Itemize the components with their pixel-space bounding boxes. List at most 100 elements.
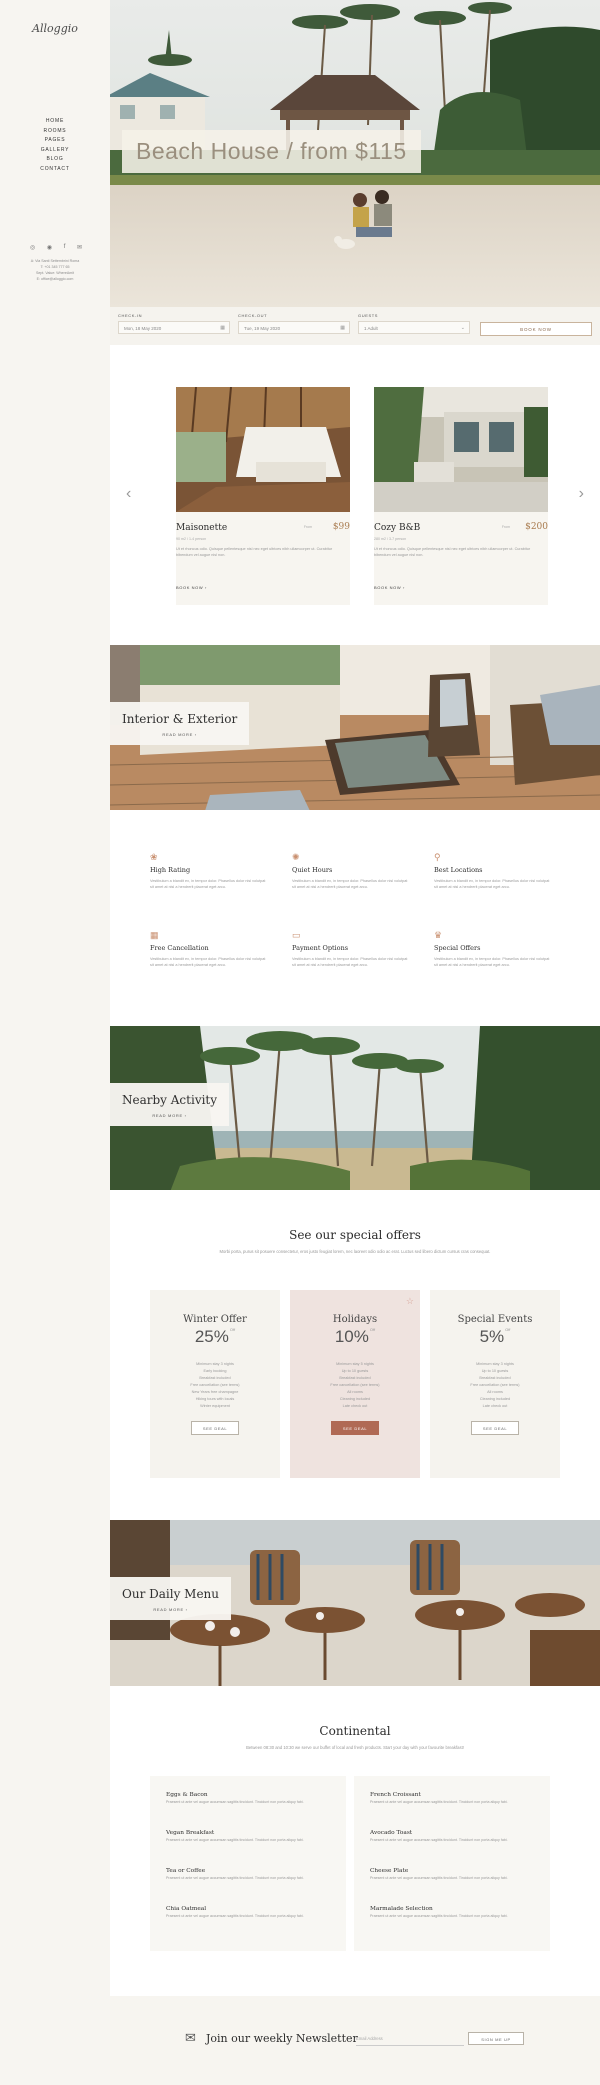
room-name: Cozy B&B: [374, 523, 421, 533]
calendar-icon: ▦: [340, 325, 345, 331]
gift-icon: ♛: [434, 930, 443, 940]
offer-off-label: Off: [369, 1327, 376, 1332]
menu-item-description: Praesent ut ante vel augue accumsan sagi…: [370, 1838, 508, 1842]
offer-item: Breakfast included: [339, 1376, 371, 1380]
offer-items: Minimum stay 3 nights Up to 10 guests Br…: [430, 1361, 560, 1410]
checkout-label: CHECK-OUT: [238, 313, 268, 318]
offers-title: See our special offers: [289, 1228, 421, 1242]
booking-bar: CHECK-IN Mon, 18 May 2020 ▦ CHECK-OUT Tue…: [110, 307, 600, 345]
newsletter-title: Join our weekly Newsletter: [206, 2032, 358, 2045]
offer-off-label: Off: [229, 1327, 236, 1332]
offer-items: Minimum stay 5 nights Up to 10 guests Br…: [290, 1361, 420, 1410]
checkout-input[interactable]: Tue, 19 May 2020 ▦: [238, 321, 350, 334]
room-meta: 280 m2 / 3-7 person: [374, 537, 407, 541]
nav-item-blog[interactable]: BLOG: [0, 155, 110, 165]
read-more-label: READ MORE: [152, 1113, 183, 1118]
feature-description: Vestibulum a blandit ex, in tempor dolor…: [434, 879, 550, 889]
daily-menu-read-more[interactable]: READ MORE ›: [122, 1607, 219, 1612]
arrow-right-icon: ›: [204, 585, 207, 590]
offer-item: Breakfast included: [199, 1376, 231, 1380]
guests-select[interactable]: 1 Adult ⌄: [358, 321, 470, 334]
room-price: $200: [525, 522, 548, 532]
logo[interactable]: Alloggio: [0, 22, 110, 35]
room-card-maisonette[interactable]: Maisonette From $99 90 m2 / 1-4 person U…: [176, 387, 350, 605]
daily-menu-banner: Our Daily Menu READ MORE ›: [110, 1520, 600, 1686]
rooms-carousel: ‹ › Maisonette From $99 90 m2 / 1-4 pers…: [110, 345, 600, 645]
menu-item-name: French Croissant: [370, 1792, 421, 1798]
offer-item: Cleaning included: [339, 1397, 371, 1401]
nav-item-home[interactable]: HOME: [0, 117, 110, 127]
offer-item: Winter equipment: [200, 1404, 230, 1408]
feature-high-rating: ❀ High Rating Vestibulum a blandit ex, i…: [150, 852, 270, 890]
contact-email[interactable]: E: office@alloggio.com: [0, 276, 110, 282]
facebook-icon[interactable]: f: [64, 244, 66, 251]
room-book-label: BOOK NOW: [374, 585, 402, 590]
feature-free-cancellation: ▦ Free Cancellation Vestibulum a blandit…: [150, 930, 270, 968]
menu-item-description: Praesent ut ante vel augue accumsan sagi…: [370, 1914, 508, 1918]
room-name: Maisonette: [176, 523, 228, 533]
room-meta: 90 m2 / 1-4 person: [176, 537, 207, 541]
instagram-icon[interactable]: ◎: [30, 244, 35, 251]
room-photo[interactable]: [176, 387, 350, 512]
room-price: $99: [332, 522, 350, 532]
offer-items: Minimum stay 3 nights Early booking Brea…: [150, 1361, 280, 1410]
offer-item: Free cancellation (see terms): [190, 1383, 240, 1387]
offer-item: Free cancellation (see terms): [330, 1383, 380, 1387]
feature-description: Vestibulum a blandit ex, in tempor dolor…: [434, 957, 550, 967]
interior-read-more[interactable]: READ MORE ›: [122, 732, 237, 737]
see-deal-button[interactable]: SEE DEAL: [471, 1421, 519, 1435]
offer-item: Cleaning included: [479, 1397, 511, 1401]
nearby-title: Nearby Activity: [122, 1093, 218, 1107]
interior-label: Interior & Exterior READ MORE ›: [110, 702, 250, 745]
offer-item: All rooms: [347, 1390, 363, 1394]
tripadvisor-icon[interactable]: ◉: [47, 244, 52, 251]
menu-item-name: Marmalade Selection: [370, 1906, 433, 1912]
menu-subtitle: Between 08:30 and 10:30 we serve our buf…: [246, 1745, 464, 1750]
offer-percent: 25%Off: [150, 1327, 280, 1347]
see-deal-button[interactable]: SEE DEAL: [331, 1421, 379, 1435]
offer-item: Late check out: [342, 1404, 368, 1408]
room-book-button[interactable]: BOOK NOW ›: [374, 585, 405, 590]
menu-item-description: Praesent ut ante vel augue accumsan sagi…: [166, 1800, 304, 1804]
nav-item-rooms[interactable]: ROOMS: [0, 127, 110, 137]
chevron-right-icon[interactable]: ›: [579, 485, 584, 503]
newsletter-email-input[interactable]: Email Address: [356, 2033, 464, 2046]
offer-item: Minimum stay 3 nights: [476, 1362, 514, 1366]
offer-percent-value: 5%: [479, 1327, 505, 1346]
menu-item-name: Cheese Plate: [370, 1868, 409, 1874]
checkout-field: CHECK-OUT Tue, 19 May 2020 ▦: [238, 313, 350, 334]
feature-special-offers: ♛ Special Offers Vestibulum a blandit ex…: [434, 930, 554, 968]
see-deal-button[interactable]: SEE DEAL: [191, 1421, 239, 1435]
offer-item: New Years free champagne: [191, 1390, 239, 1394]
sign-up-button[interactable]: SIGN ME UP: [468, 2032, 524, 2045]
mail-icon[interactable]: ✉: [77, 244, 82, 251]
room-photo[interactable]: [374, 387, 548, 512]
calendar-icon: ▦: [150, 930, 159, 940]
chevron-left-icon[interactable]: ‹: [126, 485, 131, 503]
book-now-button[interactable]: BOOK NOW: [480, 322, 592, 336]
room-book-button[interactable]: BOOK NOW ›: [176, 585, 207, 590]
nearby-read-more[interactable]: READ MORE ›: [122, 1113, 217, 1118]
offer-item: Free cancellation (see terms): [470, 1383, 520, 1387]
contact-info: A: Via Santi Settembrini Roma T: +01 345…: [0, 258, 110, 282]
offer-item: Minimum stay 3 nights: [196, 1362, 234, 1366]
menu-column-right: French Croissant Praesent ut ante vel au…: [354, 1776, 550, 1951]
checkin-input[interactable]: Mon, 18 May 2020 ▦: [118, 321, 230, 334]
menu-item-description: Praesent ut ante vel augue accumsan sagi…: [166, 1876, 304, 1880]
checkin-label: CHECK-IN: [118, 313, 143, 318]
nearby-label: Nearby Activity READ MORE ›: [110, 1083, 230, 1126]
card-icon: ▭: [292, 930, 301, 940]
offers-subtitle: Morbi porta, purus sit posuere consectet…: [219, 1249, 491, 1254]
nav-item-gallery[interactable]: GALLERY: [0, 146, 110, 156]
feature-payment-options: ▭ Payment Options Vestibulum a blandit e…: [292, 930, 412, 968]
menu-item-description: Praesent ut ante vel augue accumsan sagi…: [166, 1914, 304, 1918]
room-card-cozy-bnb[interactable]: Cozy B&B From $200 280 m2 / 3-7 person U…: [374, 387, 548, 605]
offer-name: Special Events: [457, 1314, 533, 1325]
offer-percent: 10%Off: [290, 1327, 420, 1347]
nav-item-contact[interactable]: CONTACT: [0, 165, 110, 175]
feature-description: Vestibulum a blandit ex, in tempor dolor…: [150, 957, 266, 967]
newsletter: ✉ Join our weekly Newsletter Email Addre…: [110, 1996, 600, 2085]
nav-item-pages[interactable]: PAGES: [0, 136, 110, 146]
room-description: Ut et rhoncus odio. Quisque pellentesque…: [176, 547, 333, 557]
hero-title: Beach House / from $115: [122, 130, 421, 173]
